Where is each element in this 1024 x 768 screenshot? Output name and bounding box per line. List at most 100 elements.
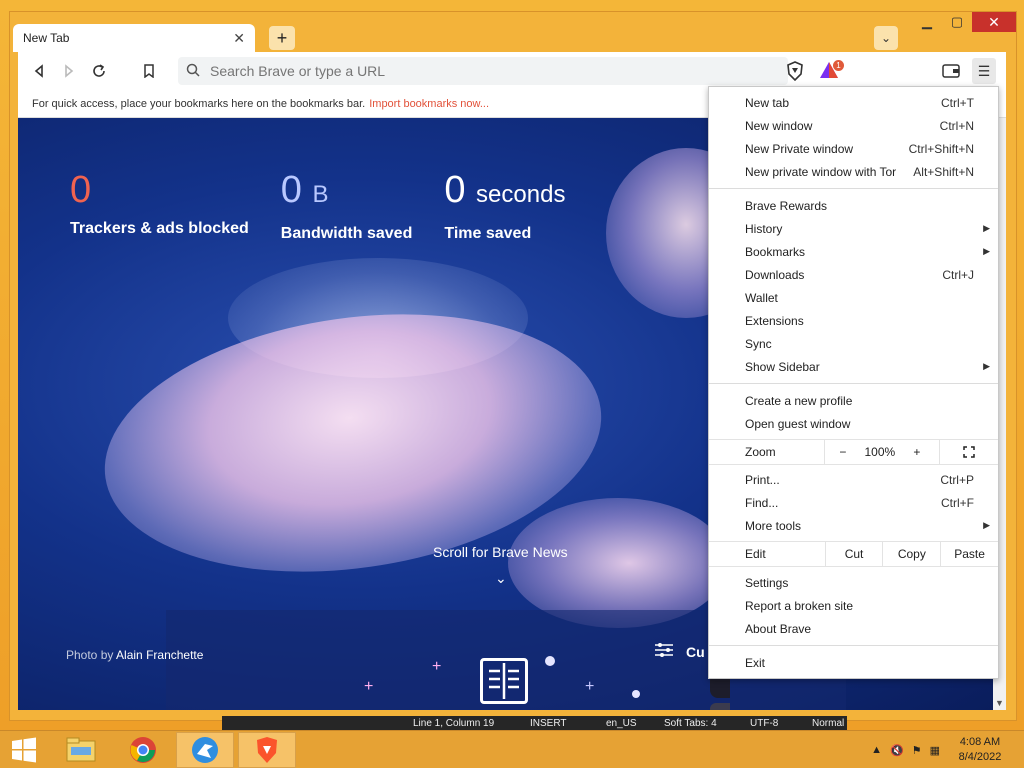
sliders-icon — [654, 642, 674, 661]
menu-label: Print... — [745, 472, 780, 487]
main-menu: New tab Ctrl+T New window Ctrl+N New Priva… — [708, 86, 999, 679]
brave-taskbar-icon[interactable] — [238, 732, 296, 768]
menu-label: Find... — [745, 495, 779, 510]
main-menu-icon[interactable]: ☰ — [972, 58, 996, 84]
omnibox-input[interactable] — [204, 63, 764, 79]
start-button[interactable] — [4, 732, 44, 768]
scroll-for-news[interactable]: Scroll for Brave News — [433, 544, 568, 560]
time-label: Time saved — [444, 225, 532, 242]
menu-item-create-profile[interactable]: Create a new profile — [709, 389, 998, 412]
menu-item-report-broken-site[interactable]: Report a broken site — [709, 594, 998, 617]
menu-label: More tools — [745, 518, 802, 533]
editor-encoding: UTF-8 — [750, 717, 779, 729]
network-icon[interactable]: ▦ — [930, 744, 940, 757]
menu-item-show-sidebar[interactable]: Show Sidebar ▶ — [709, 355, 998, 378]
menu-label: Downloads — [745, 267, 805, 282]
bookmark-icon[interactable] — [134, 56, 164, 86]
clock-time: 4:08 AM — [959, 736, 1001, 748]
editor-language: en_US — [606, 717, 637, 729]
menu-label: Brave Rewards — [745, 198, 828, 213]
zoom-out-button[interactable]: − — [825, 445, 861, 459]
tray-icons: ▲ 🔇 ⚑ ▦ — [871, 744, 940, 757]
menu-item-settings[interactable]: Settings — [709, 571, 998, 594]
forward-icon[interactable] — [54, 56, 84, 86]
decor-dot — [632, 690, 640, 698]
customize-button[interactable]: Cu — [654, 642, 705, 661]
cut-button[interactable]: Cut — [824, 542, 883, 566]
menu-label: Settings — [745, 575, 789, 590]
photo-by-label: Photo by — [66, 648, 114, 662]
app-taskbar-icon[interactable] — [176, 732, 234, 768]
menu-item-new-private-window[interactable]: New Private window Ctrl+Shift+N — [709, 137, 998, 160]
brave-news-icon[interactable] — [480, 658, 528, 704]
menu-item-brave-rewards[interactable]: Brave Rewards — [709, 194, 998, 217]
chrome-taskbar-icon[interactable] — [114, 732, 172, 768]
menu-item-bookmarks[interactable]: Bookmarks ▶ — [709, 240, 998, 263]
tray-overflow-icon[interactable]: ▲ — [871, 744, 882, 757]
time-unit: seconds — [476, 181, 566, 208]
menu-label: New tab — [745, 95, 790, 110]
menu-label: About Brave — [745, 621, 812, 636]
tab-title: New Tab — [23, 31, 70, 45]
volume-muted-icon[interactable]: 🔇 — [890, 744, 904, 757]
paste-button[interactable]: Paste — [940, 542, 998, 566]
menu-item-more-tools[interactable]: More tools ▶ — [709, 514, 998, 537]
tab-new-tab[interactable]: New Tab ✕ — [13, 24, 255, 52]
menu-item-extensions[interactable]: Extensions — [709, 309, 998, 332]
menu-label: New window — [745, 118, 813, 133]
menu-label: New private window with Tor — [745, 164, 897, 179]
toolbar: 1 ☰ — [18, 52, 1006, 90]
menu-item-new-window[interactable]: New window Ctrl+N — [709, 114, 998, 137]
back-icon[interactable] — [24, 56, 54, 86]
menu-label: New Private window — [745, 141, 854, 156]
search-icon — [186, 63, 204, 80]
rewards-badge: 1 — [833, 60, 844, 71]
fullscreen-icon[interactable] — [938, 440, 998, 464]
menu-shortcut: Ctrl+J — [942, 267, 974, 282]
editor-tabs: Soft Tabs: 4 — [664, 717, 717, 729]
submenu-arrow-icon: ▶ — [983, 361, 990, 371]
menu-item-new-private-window-tor[interactable]: New private window with Tor Alt+Shift+N — [709, 160, 998, 183]
zoom-level: 100% — [864, 445, 896, 459]
sparkle-icon: + — [585, 678, 595, 695]
tab-search-chevron-icon[interactable]: ⌄ — [874, 26, 898, 50]
taskbar-clock[interactable]: 4:08 AM 8/4/2022 — [950, 735, 1010, 765]
reload-icon[interactable] — [84, 56, 114, 86]
omnibox[interactable] — [178, 57, 788, 85]
new-tab-button[interactable]: + — [269, 26, 295, 50]
file-explorer-taskbar-icon[interactable] — [52, 732, 110, 768]
submenu-arrow-icon: ▶ — [983, 246, 990, 256]
menu-item-about-brave[interactable]: About Brave — [709, 617, 998, 640]
submenu-arrow-icon: ▶ — [983, 520, 990, 530]
menu-label: Sync — [745, 336, 772, 351]
menu-item-downloads[interactable]: Downloads Ctrl+J — [709, 263, 998, 286]
taskbar: ▲ 🔇 ⚑ ▦ 4:08 AM 8/4/2022 — [0, 730, 1024, 768]
zoom-in-button[interactable]: + — [899, 445, 935, 459]
action-center-flag-icon[interactable]: ⚑ — [912, 744, 922, 757]
menu-label: Open guest window — [745, 416, 851, 431]
brave-rewards-icon[interactable]: 1 — [818, 60, 844, 82]
brave-shields-icon[interactable] — [784, 60, 806, 82]
menu-item-find[interactable]: Find... Ctrl+F — [709, 491, 998, 514]
scroll-down-icon[interactable]: ▼ — [993, 698, 1006, 708]
menu-item-guest-window[interactable]: Open guest window — [709, 412, 998, 435]
stat-trackers: 0 Trackers & ads blocked — [70, 168, 249, 243]
editor-mode: INSERT — [530, 717, 567, 729]
chevron-down-icon[interactable]: ⌄ — [495, 570, 507, 587]
copy-button[interactable]: Copy — [882, 542, 940, 566]
wallet-icon[interactable] — [940, 60, 962, 82]
import-bookmarks-link[interactable]: Import bookmarks now... — [369, 98, 489, 110]
menu-shortcut: Alt+Shift+N — [913, 164, 974, 179]
menu-item-sync[interactable]: Sync — [709, 332, 998, 355]
menu-item-wallet[interactable]: Wallet — [709, 286, 998, 309]
menu-label: History — [745, 221, 783, 236]
bandwidth-unit: B — [312, 181, 329, 208]
menu-item-exit[interactable]: Exit — [709, 651, 998, 674]
sparkle-icon: + — [364, 678, 374, 695]
menu-item-print[interactable]: Print... Ctrl+P — [709, 468, 998, 491]
menu-item-history[interactable]: History ▶ — [709, 217, 998, 240]
menu-item-new-tab[interactable]: New tab Ctrl+T — [709, 91, 998, 114]
photo-author[interactable]: Alain Franchette — [116, 648, 203, 662]
tab-close-icon[interactable]: ✕ — [233, 30, 245, 47]
menu-shortcut: Ctrl+Shift+N — [908, 141, 974, 156]
